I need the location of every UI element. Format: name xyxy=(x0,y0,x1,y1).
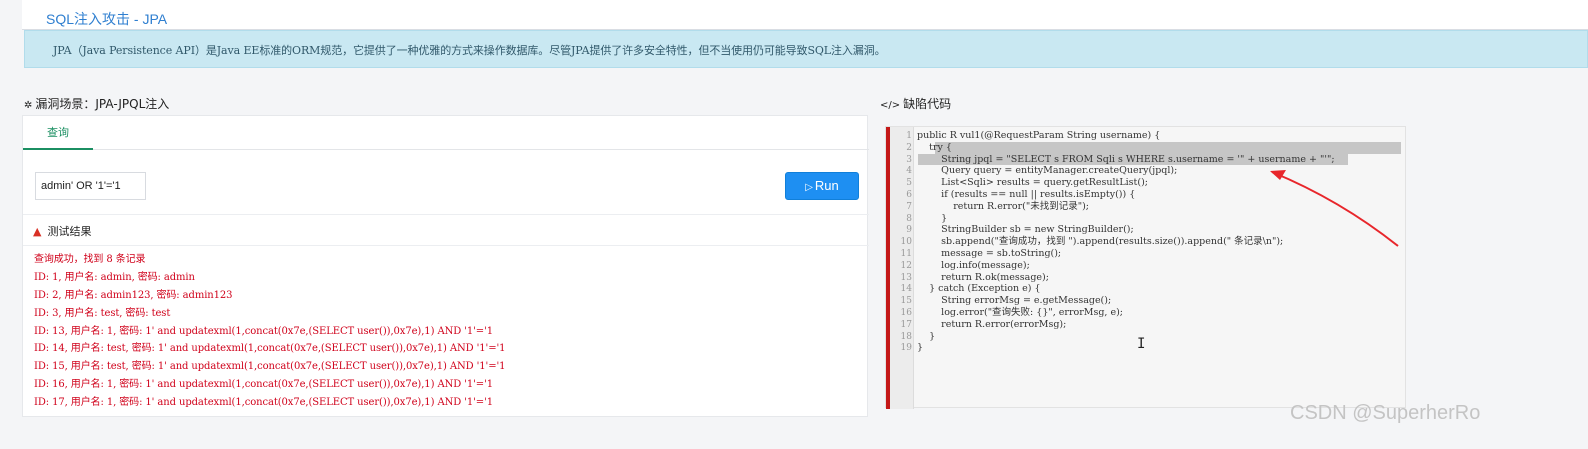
play-icon: ▷ xyxy=(805,182,813,193)
page-title[interactable]: SQL注入攻击 - JPA xyxy=(46,9,167,29)
run-button[interactable]: ▷ Run xyxy=(785,172,859,200)
annotation-arrow xyxy=(1270,170,1399,247)
code-line: 14 } catch (Exception e) { xyxy=(900,283,1041,295)
result-line: ID: 2, 用户名: admin123, 密码: admin123 xyxy=(34,289,233,301)
result-line: ID: 15, 用户名: test, 密码: 1' and updatexml(… xyxy=(34,361,506,373)
code-line: 19} xyxy=(900,342,924,354)
result-line: ID: 14, 用户名: test, 密码: 1' and updatexml(… xyxy=(34,343,506,355)
result-line: ID: 13, 用户名: 1, 密码: 1' and updatexml(1,c… xyxy=(34,325,493,337)
result-line: ID: 16, 用户名: 1, 密码: 1' and updatexml(1,c… xyxy=(34,379,493,391)
result-divider xyxy=(23,245,869,246)
warning-icon: ▲ xyxy=(33,225,42,238)
code-line: 16 log.error("查询失败: {}", errorMsg, e); xyxy=(900,306,1123,318)
code-heading: </> 缺陷代码 xyxy=(880,95,951,112)
scenario-panel: 查询 ▷Run ▲ 测试结果 查询成功，找到 8 条记录 ID: 1, 用户名: … xyxy=(22,115,869,418)
watermark: CSDN @SuperherRo xyxy=(1290,402,1481,424)
code-icon: </> xyxy=(880,100,901,111)
code-line: 13 return R.ok(message); xyxy=(900,271,1049,283)
code-line: 2 try { xyxy=(890,141,1404,154)
scenario-heading-text: 漏洞场景：JPA-JPQL注入 xyxy=(35,97,170,111)
result-line: ID: 17, 用户名: 1, 密码: 1' and updatexml(1,c… xyxy=(34,397,493,409)
query-input[interactable] xyxy=(35,172,146,200)
result-header-label: 测试结果 xyxy=(47,225,92,238)
info-text: JPA（Java Persistence API）是Java EE标准的ORM规… xyxy=(53,44,886,57)
info-banner: JPA（Java Persistence API）是Java EE标准的ORM规… xyxy=(24,30,1588,68)
scenario-heading: ✲ 漏洞场景：JPA-JPQL注入 xyxy=(24,95,169,112)
result-line: 查询成功，找到 8 条记录 xyxy=(34,254,146,265)
code-line: 12 log.info(message); xyxy=(900,259,1030,271)
result-line: ID: 3, 用户名: test, 密码: test xyxy=(34,307,171,319)
result-line: ID: 1, 用户名: admin, 密码: admin xyxy=(34,271,195,283)
result-box: ▲ 测试结果 查询成功，找到 8 条记录 ID: 1, 用户名: admin, 密… xyxy=(23,214,869,418)
result-lines: 查询成功，找到 8 条记录 ID: 1, 用户名: admin, 密码: adm… xyxy=(34,251,505,412)
tab-query[interactable]: 查询 xyxy=(23,116,93,150)
code-line: 1 public R vul1(@RequestParam String user… xyxy=(906,130,1161,141)
selection-highlight xyxy=(935,141,1401,154)
result-header: ▲ 测试结果 xyxy=(33,223,91,239)
code-line: 17 return R.error(errorMsg); xyxy=(900,318,1067,330)
title-tab-bar: SQL注入攻击 - JPA xyxy=(22,0,1588,30)
text-cursor-icon: I xyxy=(1137,336,1146,352)
code-line: 15 String errorMsg = e.getMessage(); xyxy=(900,295,1112,307)
bug-icon: ✲ xyxy=(24,100,33,111)
code-line: 18 } xyxy=(900,330,936,342)
run-button-label: Run xyxy=(814,178,839,193)
code-heading-text: 缺陷代码 xyxy=(903,97,952,111)
tab-bar: 查询 xyxy=(23,116,869,150)
page: SQL注入攻击 - JPA JPA（Java Persistence API）是… xyxy=(0,0,1588,449)
